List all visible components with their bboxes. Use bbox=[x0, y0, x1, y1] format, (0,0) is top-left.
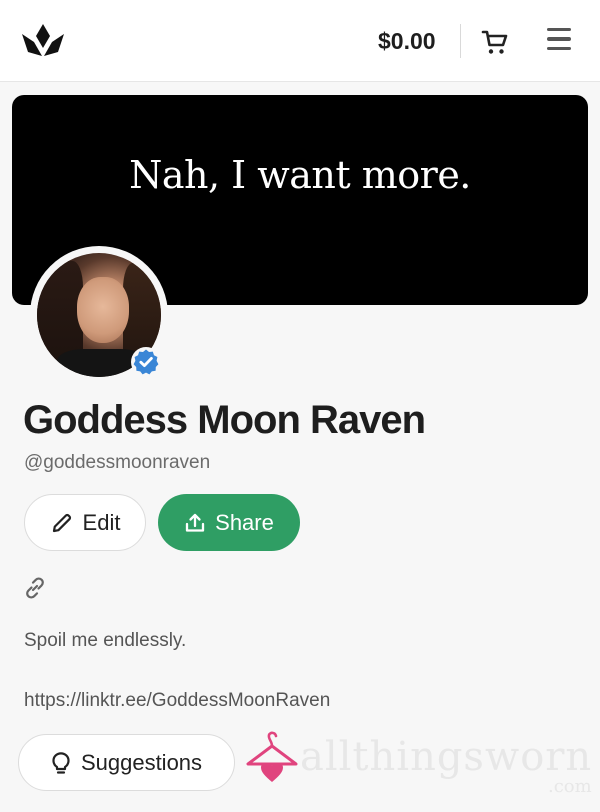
suggestions-button[interactable]: Suggestions bbox=[18, 734, 235, 791]
watermark-suffix: .com bbox=[548, 776, 592, 797]
crown-leaf-logo-icon[interactable] bbox=[20, 22, 66, 60]
hanger-heart-icon bbox=[246, 731, 298, 782]
hamburger-menu-icon[interactable] bbox=[544, 28, 574, 54]
watermark-text: allthingsworn bbox=[300, 734, 593, 780]
lightbulb-icon bbox=[52, 751, 70, 774]
profile-name: Goddess Moon Raven bbox=[23, 398, 426, 442]
profile-bio: Spoil me endlessly. bbox=[24, 630, 187, 651]
top-bar: $0.00 bbox=[0, 0, 600, 82]
verified-badge-icon bbox=[131, 347, 161, 377]
edit-button[interactable]: Edit bbox=[24, 494, 146, 551]
cart-balance[interactable]: $0.00 bbox=[378, 27, 436, 55]
pencil-icon bbox=[52, 513, 71, 532]
suggestions-label: Suggestions bbox=[80, 749, 203, 775]
cart-icon[interactable] bbox=[480, 27, 510, 57]
profile-handle: @goddessmoonraven bbox=[24, 452, 211, 473]
share-button[interactable]: Share bbox=[158, 494, 300, 551]
share-upload-icon bbox=[185, 513, 205, 532]
header-divider bbox=[460, 24, 461, 58]
edit-label: Edit bbox=[82, 509, 121, 535]
share-label: Share bbox=[215, 509, 274, 535]
link-icon[interactable] bbox=[22, 575, 48, 601]
banner-text: Nah, I want more. bbox=[129, 153, 471, 197]
profile-link[interactable]: https://linktr.ee/GoddessMoonRaven bbox=[24, 689, 330, 713]
